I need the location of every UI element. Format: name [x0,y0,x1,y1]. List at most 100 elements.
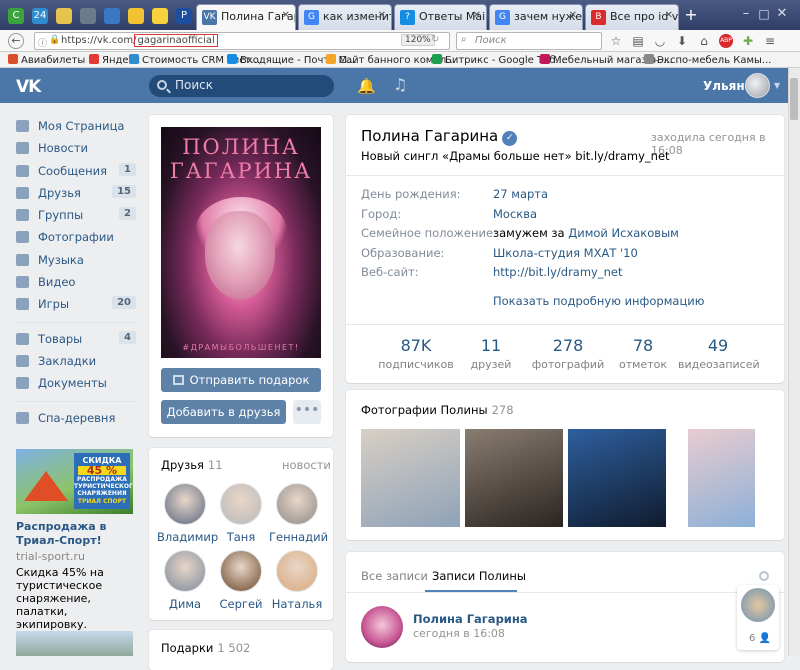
friend-item[interactable]: Сергей [213,550,269,611]
bookmark-item[interactable]: Авиабилеты [8,54,85,66]
home-icon[interactable]: ⌂ [697,34,711,48]
tab-own-posts[interactable]: Записи Полины [432,569,526,583]
sidebar-item[interactable]: Друзья 15 [16,183,136,205]
pocket-icon[interactable]: ◡ [653,34,667,48]
stat-counter[interactable]: 78 отметок [603,336,683,371]
close-tab-icon[interactable]: ✕ [569,10,577,21]
friend-name[interactable]: Наталья [269,597,325,611]
friend-name[interactable]: Геннадий [269,530,328,544]
circle-icon[interactable] [80,8,96,24]
24-icon[interactable]: 24 [32,8,48,24]
info-value-link[interactable]: http://bit.ly/dramy_net [493,265,622,279]
ad-banner-image[interactable]: СКИДКА 45 % РАСПРОДАЖА ТУРИСТИЧЕСКОГО СН… [16,449,133,514]
sidebar-item[interactable]: Спа-деревня [16,408,136,430]
send-gift-button[interactable]: Отправить подарок [161,368,321,392]
sidebar-item[interactable]: Новости [16,138,136,160]
sidebar-item[interactable]: Видео [16,272,136,294]
sidebar-item[interactable]: Закладки [16,351,136,373]
leaf-icon[interactable]: С [8,8,24,24]
music-note-icon[interactable]: ♫ [393,75,407,94]
reload-icon[interactable]: ↻ [431,34,439,45]
browser-tab[interactable]: Gкак изменить id✕ [298,4,392,30]
stat-counter[interactable]: 11 друзей [451,336,531,371]
close-tab-icon[interactable]: ✕ [665,10,673,21]
info-value-link[interactable]: 27 марта [493,187,548,201]
info-value-link[interactable]: Димой Исхаковым [568,226,679,240]
user-avatar[interactable] [745,73,770,98]
new-tab-button[interactable]: + [683,7,699,24]
browser-tab[interactable]: Gзачем нужен id✕ [489,4,583,30]
sidebar-item[interactable]: Товары 4 [16,329,136,351]
friend-avatar[interactable] [164,483,206,525]
friend-avatar[interactable] [164,550,206,592]
stat-counter[interactable]: 49 видеозаписей [678,336,760,371]
scrollbar-thumb[interactable] [790,78,798,120]
photo-thumbnail[interactable] [361,429,460,527]
chat-widget[interactable]: 6 👤 [737,585,779,650]
friend-item[interactable]: Дима [157,550,213,611]
close-tab-icon[interactable]: ✕ [282,10,290,21]
chat-avatar[interactable] [741,588,775,622]
sidebar-item[interactable]: Фотографии [16,227,136,249]
close-tab-icon[interactable]: ✕ [473,10,481,21]
sidebar-ad[interactable]: СКИДКА 45 % РАСПРОДАЖА ТУРИСТИЧЕСКОГО СН… [16,449,133,631]
photos-title[interactable]: Фотографии Полины 278 [361,403,514,417]
download-icon[interactable]: ⬇ [675,34,689,48]
friends-title[interactable]: Друзья 11 [161,458,223,472]
close-tab-icon[interactable]: ✕ [378,10,386,21]
more-actions-button[interactable]: ••• [293,400,321,424]
menu-hamburger-icon[interactable]: ≡ [763,34,777,48]
info-value-link[interactable]: Москва [493,207,537,221]
zoom-indicator[interactable]: 120% [401,34,435,46]
browser-tab[interactable]: ВВсе про id vkont✕ [585,4,679,30]
bookmark-item[interactable]: Экспо-мебель Камы... [644,54,771,66]
tab-all-posts[interactable]: Все записи [361,569,428,583]
friend-name[interactable]: Дима [157,597,213,611]
minimize-window-button[interactable]: – [738,6,754,22]
bulb-icon[interactable] [152,8,168,24]
sidebar-item[interactable]: Моя Страница [16,116,136,138]
show-more-info-link[interactable]: Показать подробную информацию [493,294,704,308]
friends-news-link[interactable]: новости [282,458,331,472]
sidebar-item[interactable]: Документы [16,373,136,395]
photo-thumbnail[interactable] [465,429,563,527]
friend-name[interactable]: Владимир [157,530,218,544]
friend-item[interactable]: Геннадий [269,483,328,544]
stat-counter[interactable]: 278 фотографий [528,336,608,371]
star-bookmark-icon[interactable]: ☆ [609,34,623,48]
friend-avatar[interactable] [276,483,318,525]
adblock-icon[interactable]: ABP [719,34,733,48]
photo-thumbnail[interactable] [568,429,666,527]
ad-title[interactable]: Распродажа в Триал-Спорт! [16,520,133,548]
bell-icon[interactable]: 🔔 [357,77,376,95]
back-arrow-icon[interactable]: ← [8,33,24,49]
info-value-link[interactable]: Школа-студия МХАТ '10 [493,246,638,260]
chevron-down-icon[interactable]: ▼ [774,81,780,90]
verified-icon[interactable]: ✓ [502,131,518,146]
friend-item[interactable]: Таня [213,483,269,544]
maximize-window-button[interactable]: □ [756,6,772,22]
gifts-title[interactable]: Подарки 1 502 [161,641,250,655]
friend-item[interactable]: Владимир [157,483,218,544]
profile-photo[interactable]: ПОЛИНА ГАГАРИНА #ДРАМЫБОЛЬШЕНЕТ! [161,127,321,358]
extension-icon[interactable]: ✚ [741,34,755,48]
address-bar[interactable]: ⓘ 🔒 https://vk.com/gagarinaofficial 120%… [34,32,450,50]
browser-tab[interactable]: VKПолина Гагарина✕ [196,4,296,30]
sidebar-item[interactable]: Сообщения 1 [16,161,136,183]
paypal-icon[interactable]: P [176,8,192,24]
close-window-button[interactable]: ✕ [774,6,790,22]
friend-name[interactable]: Таня [213,530,269,544]
sidebar-item[interactable]: Группы 2 [16,205,136,227]
post-author-avatar[interactable] [361,606,403,648]
clipboard-icon[interactable]: ▤ [631,34,645,48]
sidebar-item[interactable]: Игры 20 [16,294,136,316]
friend-name[interactable]: Сергей [213,597,269,611]
friend-avatar[interactable] [220,483,262,525]
browser-search-field[interactable]: ⌕ Поиск [456,32,602,50]
friend-avatar[interactable] [220,550,262,592]
note-icon[interactable] [56,8,72,24]
sidebar-item[interactable]: Музыка [16,250,136,272]
second-ad-banner[interactable] [16,631,133,656]
yellow-doc-icon[interactable] [128,8,144,24]
stat-counter[interactable]: 87K подписчиков [376,336,456,371]
